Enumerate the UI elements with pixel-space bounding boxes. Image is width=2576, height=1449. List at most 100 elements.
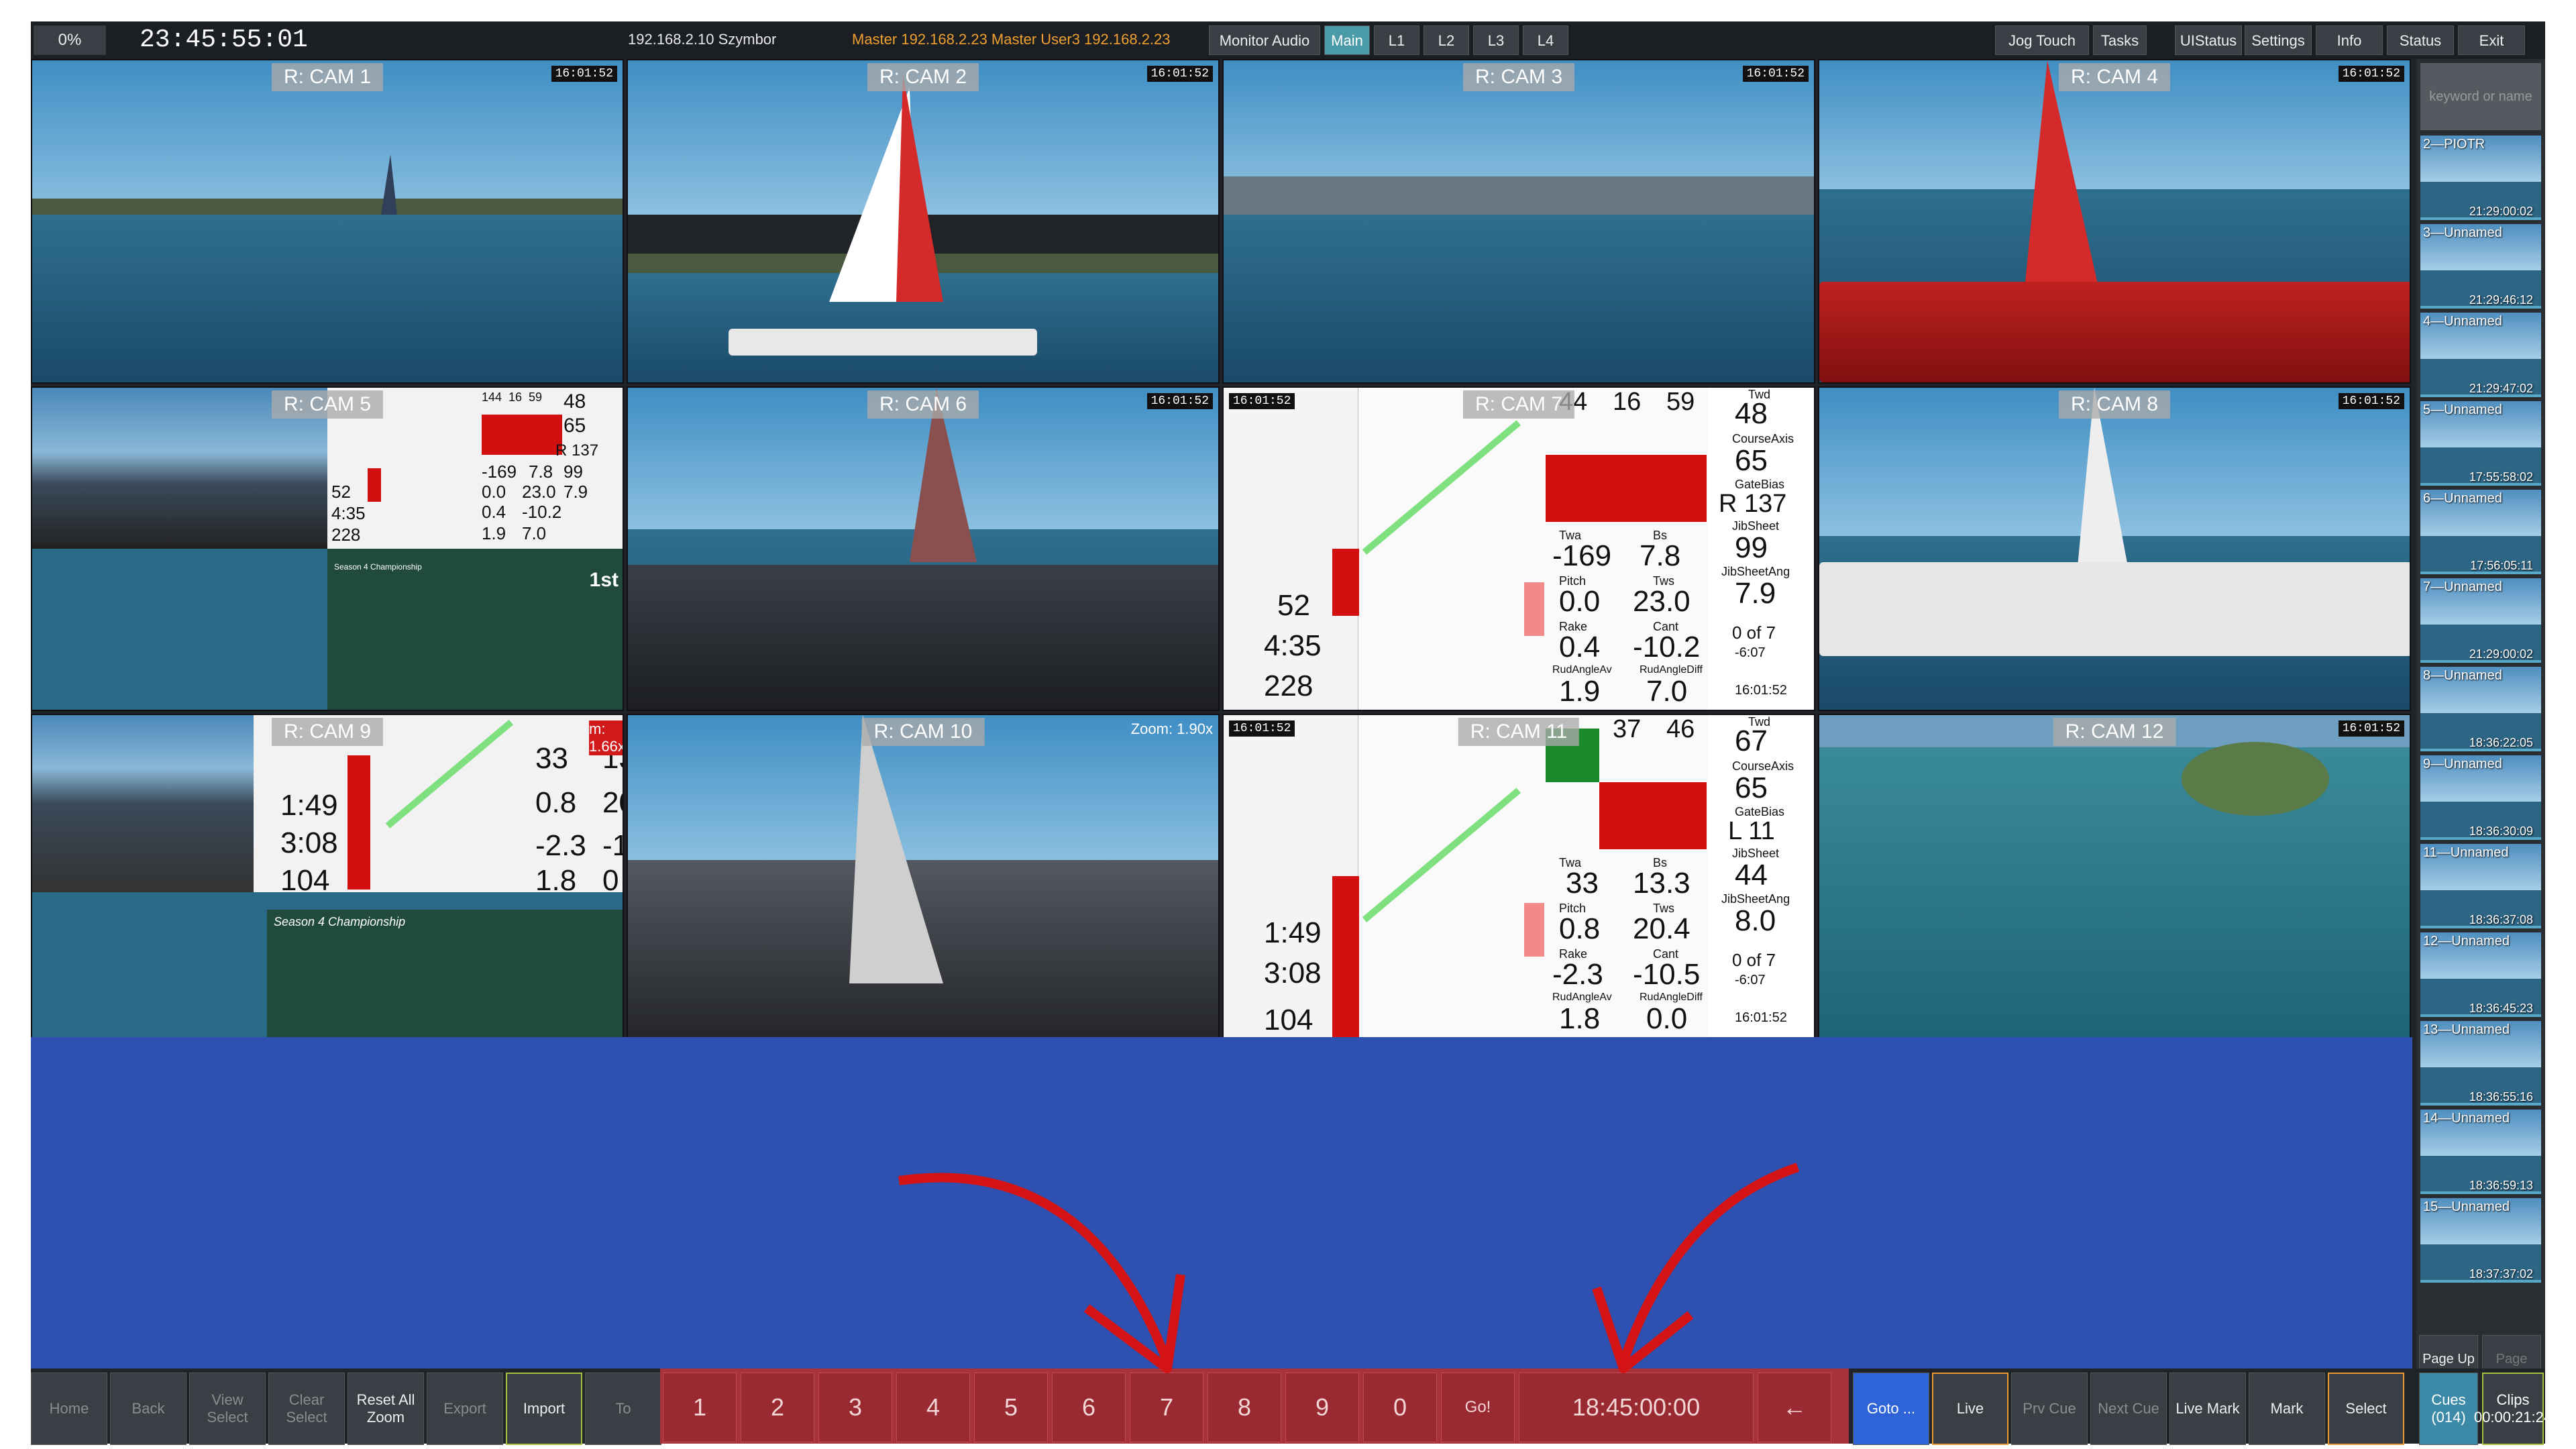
clip-time: 17:55:58:02 <box>2469 470 2533 484</box>
pink-marker <box>1524 903 1544 957</box>
clip-item[interactable]: 13—Unnamed 18:36:55:16 <box>2420 1021 2541 1106</box>
clip-item[interactable]: 5—Unnamed 17:55:58:02 <box>2420 401 2541 486</box>
clip-bar <box>2420 1014 2541 1017</box>
exit-button[interactable]: Exit <box>2458 25 2525 55</box>
clip-item[interactable]: 2—PIOTR 21:29:00:02 <box>2420 136 2541 220</box>
to-button[interactable]: To <box>585 1373 661 1445</box>
cues-button[interactable]: Cues (014) <box>2419 1373 2478 1445</box>
clip-time: 18:36:45:23 <box>2469 1002 2533 1015</box>
clear-select-button[interactable]: Clear Select <box>268 1373 345 1445</box>
camera-tile-8[interactable]: R: CAM 8 16:01:52 <box>1818 386 2411 711</box>
numpad-2-button[interactable]: 2 <box>741 1373 814 1442</box>
clip-bar <box>2420 394 2541 397</box>
camera-tile-11[interactable]: 1:49 3:08 104 37 46 Twd 67 CourseAxis 65… <box>1222 714 1815 1038</box>
camera-tile-2[interactable]: R: CAM 2 16:01:52 <box>627 59 1220 384</box>
data-value: 33 <box>535 742 568 775</box>
clips-button[interactable]: Clips 00:00:21:24 <box>2474 1373 2552 1445</box>
camera-tile-4[interactable]: R: CAM 4 16:01:52 <box>1818 59 2411 384</box>
numpad-3-button[interactable]: 3 <box>818 1373 892 1442</box>
select-button[interactable]: Select <box>2328 1373 2404 1445</box>
course-line <box>1362 788 1521 922</box>
clip-item[interactable]: 11—Unnamed 18:36:37:08 <box>2420 844 2541 928</box>
backspace-button[interactable]: ← <box>1758 1373 1831 1442</box>
standings-rank: 1st <box>589 569 619 591</box>
numpad-6-button[interactable]: 6 <box>1052 1373 1126 1442</box>
numpad-0-button[interactable]: 0 <box>1363 1373 1437 1442</box>
data-value: 46 <box>1666 715 1695 743</box>
data-value: L 11 <box>1728 817 1775 845</box>
data-value: 104 <box>1264 1004 1313 1036</box>
camera-tile-6[interactable]: R: CAM 6 16:01:52 <box>627 386 1220 711</box>
uistatus-button[interactable]: UIStatus <box>2175 25 2242 55</box>
camera-timecode: 16:01:52 <box>2338 393 2404 409</box>
master-info-label: Master 192.168.2.23 Master User3 192.168… <box>852 31 1171 48</box>
export-button[interactable]: Export <box>427 1373 503 1445</box>
data-value: 0.8 <box>535 786 577 819</box>
data-value: 52 <box>1277 589 1310 622</box>
clip-item[interactable]: 6—Unnamed 17:56:05:11 <box>2420 490 2541 574</box>
clip-item[interactable]: 12—Unnamed 18:36:45:23 <box>2420 932 2541 1017</box>
data-value: R 137 <box>1719 490 1787 518</box>
next-cue-button[interactable]: Next Cue <box>2090 1373 2167 1445</box>
camera-tile-10[interactable]: R: CAM 10 Zoom: 1.90x <box>627 714 1220 1038</box>
l3-button[interactable]: L3 <box>1473 25 1519 55</box>
camera-tile-12[interactable]: R: CAM 12 16:01:52 <box>1818 714 2411 1038</box>
l4-button[interactable]: L4 <box>1523 25 1568 55</box>
timecode-entry-field[interactable]: 18:45:00:00 <box>1519 1373 1754 1442</box>
live-mark-button[interactable]: Live Mark <box>2169 1373 2246 1445</box>
prev-cue-button[interactable]: Prv Cue <box>2011 1373 2088 1445</box>
camera-timecode: 16:01:52 <box>2338 720 2404 737</box>
back-button[interactable]: Back <box>110 1373 186 1445</box>
numpad-9-button[interactable]: 9 <box>1285 1373 1359 1442</box>
pink-marker <box>1524 582 1544 636</box>
numpad-4-button[interactable]: 4 <box>896 1373 970 1442</box>
clip-item[interactable]: 14—Unnamed 18:36:59:13 <box>2420 1110 2541 1194</box>
camera-tile-7[interactable]: 52 4:35 228 44 16 59 Twd 48 CourseAxis 6… <box>1222 386 1815 711</box>
camera-tile-3[interactable]: R: CAM 3 16:01:52 <box>1222 59 1815 384</box>
stats-column: Twd 67 CourseAxis 65 GateBias L 11 JibSh… <box>1708 715 1814 1037</box>
numpad-5-button[interactable]: 5 <box>974 1373 1048 1442</box>
data-value: 1:49 <box>280 789 338 822</box>
settings-button[interactable]: Settings <box>2245 25 2312 55</box>
clip-item[interactable]: 9—Unnamed 18:36:30:09 <box>2420 755 2541 840</box>
clip-item[interactable]: 4—Unnamed 21:29:47:02 <box>2420 313 2541 397</box>
video-sea <box>1224 215 1814 382</box>
data-value: 16:01:52 <box>1735 683 1787 698</box>
clip-time: 18:36:55:16 <box>2469 1090 2533 1104</box>
l1-button[interactable]: L1 <box>1374 25 1419 55</box>
camera-tile-1[interactable]: R: CAM 1 16:01:52 <box>31 59 624 384</box>
clip-item[interactable]: 8—Unnamed 18:36:22:05 <box>2420 667 2541 751</box>
numpad-7-button[interactable]: 7 <box>1130 1373 1203 1442</box>
home-button[interactable]: Home <box>31 1373 107 1445</box>
status-button[interactable]: Status <box>2387 25 2454 55</box>
monitor-audio-button[interactable]: Monitor Audio >> <box>1209 25 1320 78</box>
clip-item[interactable]: 3—Unnamed 21:29:46:12 <box>2420 224 2541 309</box>
camera-tile-9[interactable]: 33 13 0.8 20 -2.3 -1 1.8 0 1:49 3:08 104… <box>31 714 624 1038</box>
tasks-button[interactable]: Tasks <box>2093 25 2147 55</box>
clip-item[interactable]: 15—Unnamed 18:37:37:02 <box>2420 1198 2541 1283</box>
data-value: 1.8 <box>1559 1002 1601 1035</box>
numpad-1-button[interactable]: 1 <box>663 1373 737 1442</box>
l2-button[interactable]: L2 <box>1424 25 1469 55</box>
data-value: 37 <box>1613 715 1642 743</box>
data-value: 59 <box>1666 388 1695 416</box>
goto-button[interactable]: Goto ... <box>1853 1373 1929 1445</box>
data-value: 23.0 <box>522 482 556 502</box>
data-value: 0 <box>602 864 619 897</box>
jog-touch-button[interactable]: Jog Touch <box>1995 25 2089 55</box>
camera-grid: R: CAM 1 16:01:52 R: CAM 2 16:01:52 R: C… <box>31 59 2412 1038</box>
search-input[interactable]: keyword or name <box>2420 63 2541 130</box>
camera-tile-5[interactable]: 48 65 R 137 -169 7.8 99 0.0 23.0 7.9 0.4… <box>31 386 624 711</box>
camera-label: R: CAM 8 <box>2058 390 2171 419</box>
info-button[interactable]: Info <box>2316 25 2383 55</box>
import-button[interactable]: Import <box>506 1373 582 1445</box>
mark-button[interactable]: Mark <box>2249 1373 2325 1445</box>
numpad-8-button[interactable]: 8 <box>1208 1373 1281 1442</box>
go-button[interactable]: Go! <box>1441 1373 1515 1442</box>
view-select-button[interactable]: View Select <box>189 1373 266 1445</box>
zoom-indicator: m: 1.66x <box>589 720 624 755</box>
main-button[interactable]: Main <box>1324 25 1370 55</box>
clip-item[interactable]: 7—Unnamed 21:29:00:02 <box>2420 578 2541 663</box>
live-button[interactable]: Live <box>1932 1373 2008 1445</box>
reset-all-zoom-button[interactable]: Reset All Zoom <box>347 1373 424 1445</box>
